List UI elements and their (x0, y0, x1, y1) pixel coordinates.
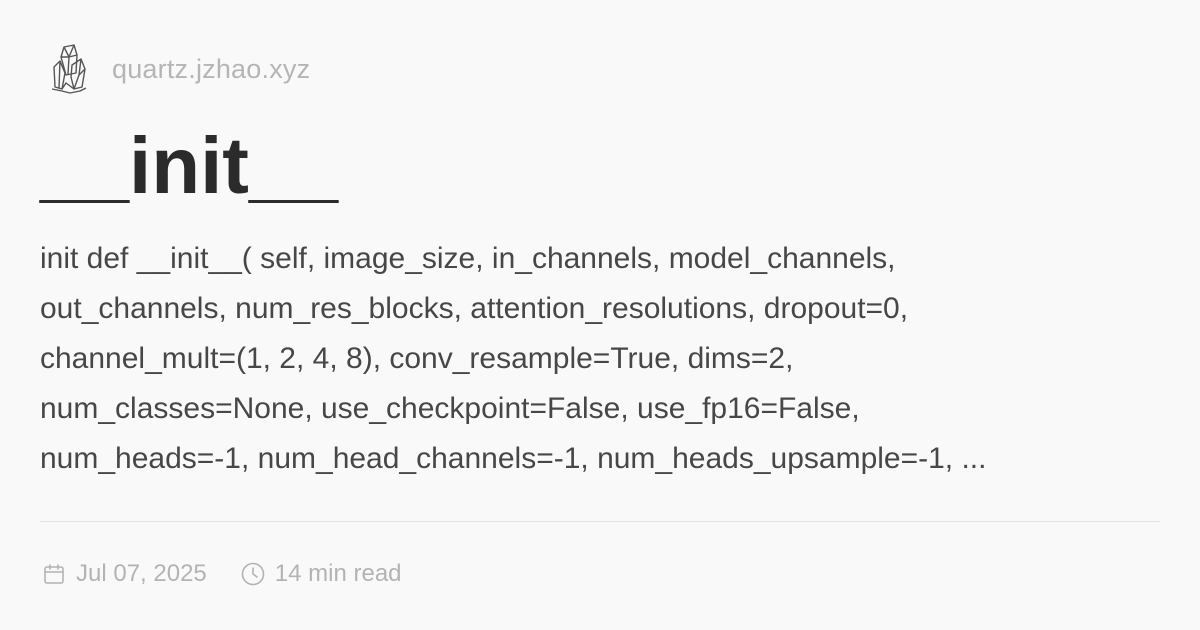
site-name[interactable]: quartz.jzhao.xyz (112, 54, 310, 85)
reading-time-text: 14 min read (274, 560, 402, 587)
excerpt-line: channel_mult=(1, 2, 4, 8), conv_resample… (40, 342, 794, 375)
crystal-icon (46, 40, 92, 98)
date-text: Jul 07, 2025 (76, 560, 207, 587)
page-meta: Jul 07, 2025 14 min read (40, 556, 402, 592)
page-title: __init__ (40, 121, 338, 210)
excerpt-line: init def __init__( self, image_size, in_… (40, 242, 896, 275)
reading-time: 14 min read (239, 560, 402, 588)
site-header: quartz.jzhao.xyz (46, 40, 310, 98)
excerpt-line: out_channels, num_res_blocks, attention_… (40, 292, 909, 325)
clock-icon (239, 560, 267, 588)
divider (40, 521, 1160, 522)
excerpt-line: num_heads=-1, num_head_channels=-1, num_… (40, 442, 987, 475)
calendar-icon (40, 560, 68, 588)
excerpt-line: num_classes=None, use_checkpoint=False, … (40, 392, 860, 425)
og-card: quartz.jzhao.xyz __init__ init def __ini… (0, 0, 1200, 630)
publish-date: Jul 07, 2025 (40, 560, 207, 588)
page-excerpt: init def __init__( self, image_size, in_… (40, 234, 1160, 484)
